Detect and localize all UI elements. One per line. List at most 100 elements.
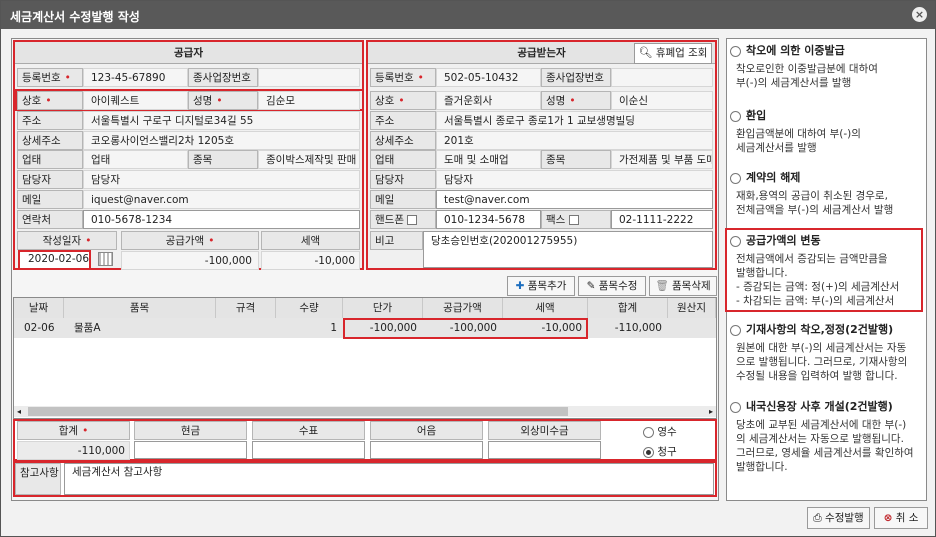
option-desc-line: 원본에 대한 부(-)의 세금계산서는 자동 (736, 342, 907, 354)
totals-header: 어음 (370, 421, 483, 440)
buyer-fax-label: 팩스 (541, 210, 611, 229)
totals-header-label: 수표 (298, 425, 319, 437)
calendar-icon[interactable] (98, 252, 113, 266)
buyer-fax-input[interactable]: 02-1111-2222 (611, 210, 713, 229)
supplier-header: 공급자 (15, 42, 362, 64)
buyer-biztype-label: 업태 (370, 150, 436, 169)
close-icon[interactable]: × (912, 7, 927, 22)
cancel-icon: ⊗ (883, 512, 893, 524)
receipt-radio-icon[interactable] (643, 426, 654, 438)
title-bar: 세금계산서 수정발행 작성 × (1, 1, 935, 29)
buyer-addr2-label: 상세주소 (370, 131, 436, 150)
supplier-name-label: 상호 • (17, 91, 83, 110)
add-item-button[interactable]: ✚ 품목추가 (507, 276, 575, 296)
delete-item-button[interactable]: 🗑︎ 품목삭제 (649, 276, 717, 296)
supplier-manager-label: 담당자 (17, 170, 83, 189)
option-radio-icon[interactable] (730, 110, 741, 122)
buyer-addr2: 201호 (436, 131, 713, 150)
supplier-addr2-label: 상세주소 (17, 131, 83, 150)
supplier-bizitem: 종이박스제작및 판매 (258, 150, 360, 169)
horizontal-scrollbar[interactable]: ◂ ▸ (14, 406, 716, 417)
buyer-addr-label: 주소 (370, 111, 436, 130)
supplier-contact-label: 연락처 (17, 210, 83, 229)
amount-highlight (343, 318, 588, 339)
buyer-remark-input[interactable]: 당초승인번호(202001275955) (423, 231, 713, 268)
buyer-bizitem: 가전제품 및 부품 도매 (611, 150, 713, 169)
option-4[interactable]: 기재사항의 착오,정정(2건발행) 원본에 대한 부(-)의 세금계산서는 자동 으… (730, 321, 925, 401)
selected-option-highlight (725, 228, 923, 312)
totals-header-label: 현금 (180, 425, 201, 437)
date-value: 2020-02-06 (28, 253, 90, 265)
buyer-name: 즐거운회사 (436, 91, 541, 110)
option-radio-icon[interactable] (730, 324, 741, 336)
claim-radio-icon[interactable] (643, 446, 654, 458)
scroll-right-icon[interactable]: ▸ (706, 406, 716, 417)
supplier-biztype: 업태 (83, 150, 188, 169)
memo-input[interactable]: 세금계산서 참고사항 (64, 463, 714, 495)
grid-header-cell: 합계 (588, 298, 668, 318)
totals-input[interactable] (252, 441, 365, 459)
totals-header: 수표 (252, 421, 365, 440)
cancel-button[interactable]: ⊗ 취 소 (874, 507, 928, 529)
scroll-left-icon[interactable]: ◂ (14, 406, 24, 417)
lookup-button[interactable]: 🔍︎ 휴폐업 조회 (634, 43, 712, 64)
option-desc-line: 그러므로, 영세율 세금계산서를 확인하여 (736, 447, 914, 459)
buyer-ceo-label: 성명 • (541, 91, 611, 110)
totals-input[interactable] (370, 441, 483, 459)
supplier-biztype-label: 업태 (17, 150, 83, 169)
search-icon: 🔍︎ (638, 46, 653, 59)
required-icon: • (417, 72, 424, 84)
supplier-ceo-label: 성명 • (188, 91, 258, 110)
required-icon: • (45, 95, 52, 107)
option-desc-line: 환입금액분에 대하여 부(-)의 (736, 128, 861, 140)
fax-checkbox[interactable] (568, 215, 579, 225)
buyer-email-input[interactable]: test@naver.com (436, 190, 713, 209)
supplier-ceo: 김순모 (258, 91, 360, 110)
receipt-radio[interactable]: 영수 (643, 424, 677, 439)
required-icon: • (216, 95, 223, 107)
option-title: 환입 (746, 109, 767, 122)
grid-header-cell: 규격 (216, 298, 276, 318)
scrollbar-thumb[interactable] (28, 407, 568, 416)
grid-header-cell: 수량 (276, 298, 343, 318)
option-desc-line: 부(-)의 세금계산서를 발행 (736, 77, 852, 89)
memo-label: 참고사항 (15, 463, 61, 495)
option-radio-icon[interactable] (730, 172, 741, 184)
option-5[interactable]: 내국신용장 사후 개설(2건발행) 당초에 교부된 세금계산서에 대한 부(-) 의… (730, 398, 925, 478)
option-title: 계약의 해제 (746, 171, 801, 184)
grid-header-cell: 원산지 (668, 298, 716, 318)
grid-cell: 물품A (74, 322, 101, 334)
buyer-email-label: 메일 (370, 190, 436, 209)
edit-item-button[interactable]: ✎ 품목수정 (578, 276, 646, 296)
totals-header: 현금 (134, 421, 247, 440)
issue-button[interactable]: ⎙ 수정발행 (807, 507, 870, 529)
supplier-contact-input[interactable]: 010-5678-1234 (83, 210, 360, 229)
tax-amount: -10,000 (261, 251, 360, 270)
buyer-remark-label: 비고 (370, 231, 423, 250)
buyer-ceo: 이순신 (611, 91, 713, 110)
option-radio-icon[interactable] (730, 45, 741, 57)
date-label: 작성일자 • (17, 231, 117, 250)
lookup-button-label: 휴폐업 조회 (655, 47, 708, 59)
supplier-email: iquest@naver.com (83, 190, 360, 209)
claim-radio[interactable]: 청구 (643, 444, 677, 459)
required-icon: • (398, 95, 405, 107)
supplier-subbiz-label: 종사업장번호 (188, 68, 258, 87)
totals-input[interactable] (488, 441, 601, 459)
grid-header-cell: 품목 (64, 298, 216, 318)
grid-cell (668, 318, 716, 338)
totals-input[interactable] (134, 441, 247, 459)
option-desc-line: 전체금액을 부(-)의 세금계산서 발행 (736, 204, 894, 216)
option-radio-icon[interactable] (730, 401, 741, 413)
phone-checkbox[interactable] (407, 215, 418, 225)
option-desc-line: 착오로인한 이중발급분에 대하여 (736, 63, 878, 75)
buyer-phone-input[interactable]: 010-1234-5678 (436, 210, 541, 229)
buyer-biztype: 도매 및 소매업 (436, 150, 541, 169)
totals-header-label: 어음 (416, 425, 437, 437)
grid-cell (216, 318, 276, 338)
grid-header-cell: 단가 (343, 298, 423, 318)
buyer-name-label: 상호 • (370, 91, 436, 110)
tax-label: 세액 (261, 231, 360, 250)
dialog-window: 세금계산서 수정발행 작성 × 공급자 공급받는자 🔍︎ 휴폐업 조회 등록번호… (0, 0, 936, 537)
supplier-bizitem-label: 종목 (188, 150, 258, 169)
